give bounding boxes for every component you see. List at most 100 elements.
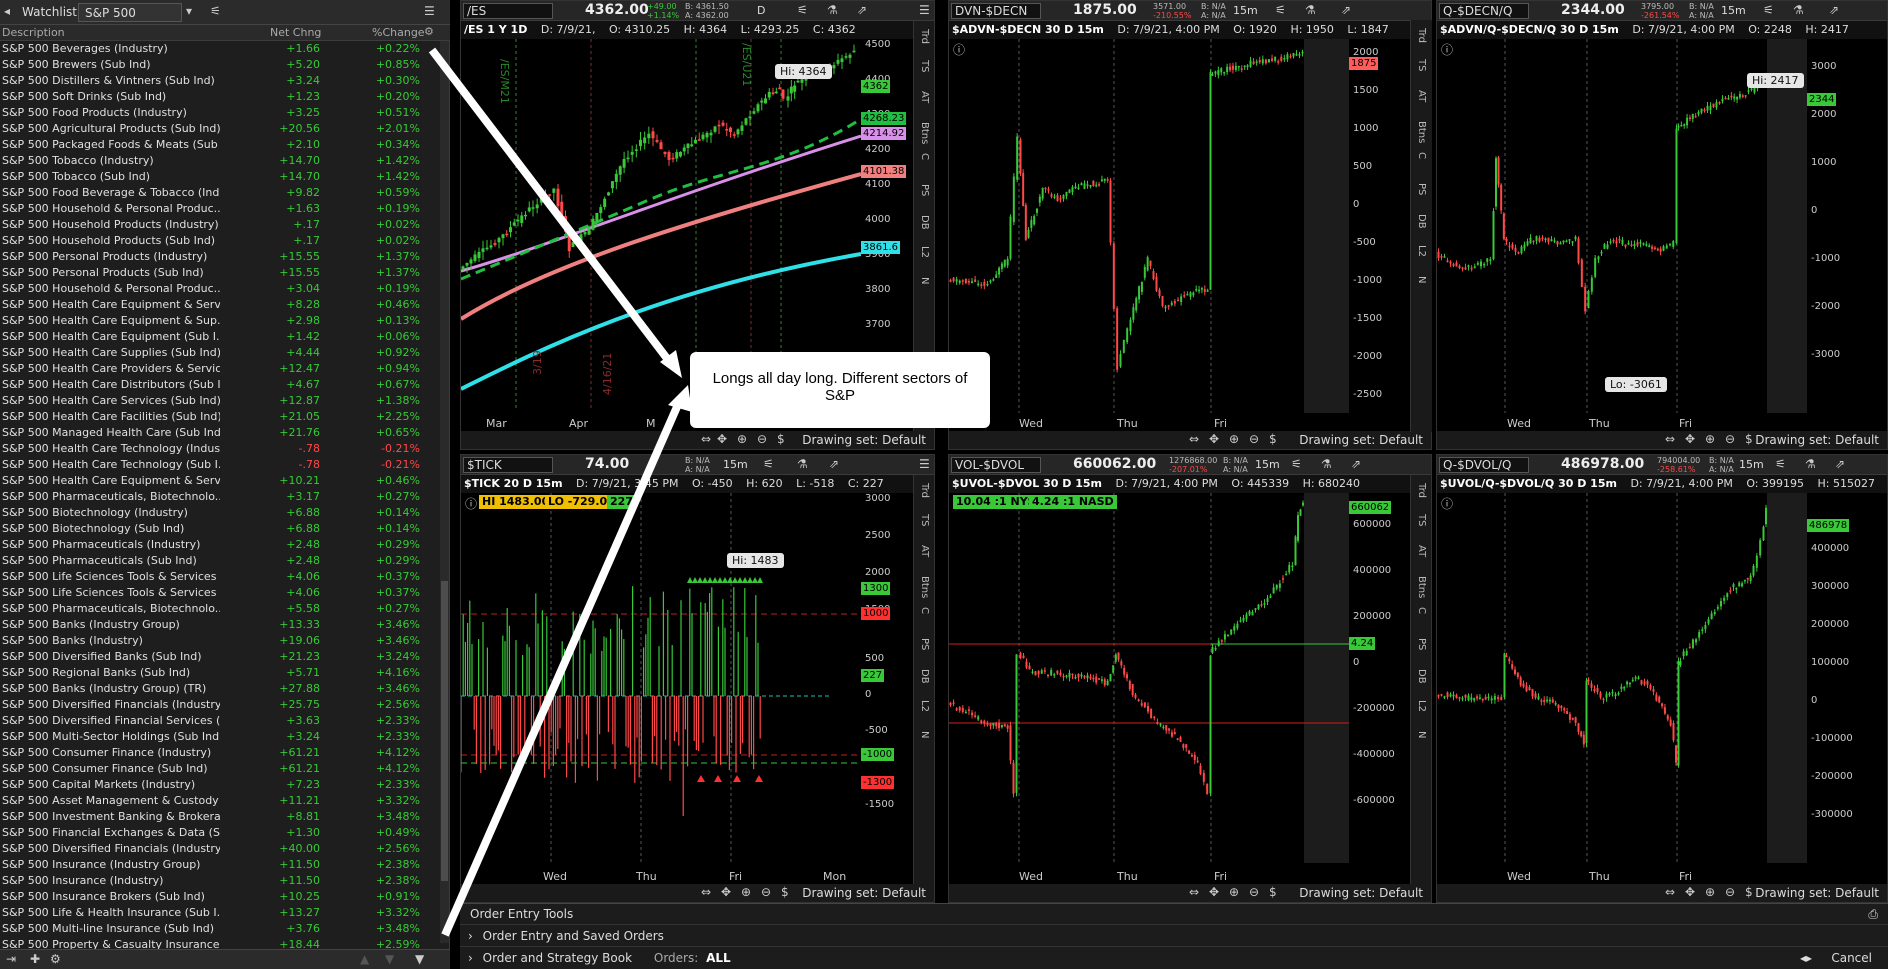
menu-icon[interactable]: ☰	[919, 457, 930, 471]
drawing-set[interactable]: Drawing set: Default	[1755, 433, 1879, 447]
watchlist-row[interactable]: S&P 500 Life Sciences Tools & Services (…	[0, 585, 440, 601]
side-tab-trd[interactable]: Trd	[1416, 28, 1427, 43]
add-icon[interactable]: ✚	[30, 952, 40, 966]
symbol-input[interactable]: Q-$DECN/Q	[1439, 3, 1529, 19]
side-tab-l2[interactable]: L2	[919, 700, 930, 712]
side-tab-trd[interactable]: Trd	[919, 483, 930, 498]
crosshair-icon[interactable]: ✥	[1685, 432, 1695, 446]
side-tab-n[interactable]: N	[919, 277, 930, 284]
gear-icon[interactable]: ⚙	[424, 25, 434, 38]
drawing-set[interactable]: Drawing set: Default	[802, 433, 926, 447]
side-tab-at[interactable]: AT	[1416, 545, 1427, 557]
col-description[interactable]: Description	[2, 26, 65, 39]
side-tab-c[interactable]: C	[1416, 152, 1427, 159]
trend-icon[interactable]: ⇗	[1835, 457, 1845, 471]
side-tab-c[interactable]: C	[1416, 607, 1427, 614]
pan-icon[interactable]: ⇔	[701, 432, 711, 446]
watchlist-row[interactable]: S&P 500 Diversified Banks (Sub Ind) +21.2…	[0, 649, 440, 665]
info-icon[interactable]: ⓘ	[1441, 41, 1453, 58]
watchlist-row[interactable]: S&P 500 Pharmaceuticals, Biotechnolo... +…	[0, 601, 440, 617]
order-entry-row[interactable]: › Order Entry and Saved Orders	[460, 926, 1888, 947]
watchlist-row[interactable]: S&P 500 Multi-Sector Holdings (Sub Ind) +…	[0, 729, 440, 745]
side-tab-db[interactable]: DB	[1416, 669, 1427, 684]
side-tab-ps[interactable]: PS	[919, 184, 930, 196]
side-tab-at[interactable]: AT	[919, 91, 930, 103]
side-tab-trd[interactable]: Trd	[919, 29, 930, 44]
crosshair-icon[interactable]: ✥	[1685, 885, 1695, 899]
chart-advn-decn[interactable]: DVN-$DECN 1875.00 3571.00 -210.55% B: N/…	[948, 0, 1432, 450]
studies-icon[interactable]: ⚗	[1793, 3, 1804, 17]
price-icon[interactable]: $	[1745, 432, 1753, 446]
watchlist-row[interactable]: S&P 500 Asset Management & Custody ... +1…	[0, 793, 440, 809]
timeframe[interactable]: 15m	[723, 458, 748, 471]
side-tab-l2[interactable]: L2	[919, 246, 930, 258]
chart-uvol-dvol[interactable]: VOL-$DVOL 660062.00 1276868.00 -207.01% …	[948, 454, 1432, 903]
watchlist-row[interactable]: S&P 500 Health Care Equipment & Serv... +…	[0, 297, 440, 313]
watchlist-row[interactable]: S&P 500 Personal Products (Industry) +15.…	[0, 249, 440, 265]
collapse-icon[interactable]: ◂	[4, 4, 10, 18]
timeframe[interactable]: D	[757, 4, 765, 17]
watchlist-row[interactable]: S&P 500 Biotechnology (Industry) +6.88 +0.…	[0, 505, 440, 521]
watchlist-row[interactable]: S&P 500 Banks (Industry Group) (TR) +27.8…	[0, 681, 440, 697]
menu-icon[interactable]: ☰	[424, 4, 435, 18]
timeframe[interactable]: 15m	[1255, 458, 1280, 471]
studies-icon[interactable]: ⚗	[1321, 457, 1332, 471]
side-tab-db[interactable]: DB	[919, 215, 930, 230]
pan-icon[interactable]: ⇔	[1189, 432, 1199, 446]
zoom-out-icon[interactable]: ⊖	[1249, 885, 1259, 899]
trend-icon[interactable]: ⇗	[1829, 3, 1839, 17]
watchlist-row[interactable]: S&P 500 Packaged Foods & Meats (Sub ... +…	[0, 137, 440, 153]
zoom-out-icon[interactable]: ⊖	[1725, 885, 1735, 899]
zoom-in-icon[interactable]: ⊕	[1229, 885, 1239, 899]
zoom-in-icon[interactable]: ⊕	[1705, 432, 1715, 446]
watchlist-row[interactable]: S&P 500 Tobacco (Sub Ind) +14.70 +1.42%	[0, 169, 440, 185]
camera-icon[interactable]: ⎙	[1868, 904, 1878, 925]
timeframe[interactable]: 15m	[1739, 458, 1764, 471]
scroll-up-icon[interactable]: ▲	[360, 952, 369, 966]
col-pct-change[interactable]: %Change	[372, 26, 425, 39]
studies-icon[interactable]: ⚗	[1305, 3, 1316, 17]
symbol-input[interactable]: Q-$DVOL/Q	[1439, 457, 1529, 473]
side-tab-db[interactable]: DB	[919, 669, 930, 684]
menu-icon[interactable]: ☰	[919, 3, 930, 17]
watchlist-row[interactable]: S&P 500 Banks (Industry Group) +13.33 +3.4…	[0, 617, 440, 633]
side-tab-l2[interactable]: L2	[1416, 245, 1427, 257]
watchlist-row[interactable]: S&P 500 Health Care Services (Sub Ind) +1…	[0, 393, 440, 409]
watchlist-row[interactable]: S&P 500 Health Care Providers & Servic..…	[0, 361, 440, 377]
studies-icon[interactable]: ⚗	[1805, 457, 1816, 471]
watchlist-row[interactable]: S&P 500 Distillers & Vintners (Sub Ind) +…	[0, 73, 440, 89]
side-tab-ps[interactable]: PS	[919, 638, 930, 650]
symbol-input[interactable]: VOL-$DVOL	[951, 457, 1041, 473]
studies-icon[interactable]: ⚗	[797, 457, 808, 471]
zoom-out-icon[interactable]: ⊖	[1249, 432, 1259, 446]
crosshair-icon[interactable]: ✥	[721, 885, 731, 899]
side-tab-n[interactable]: N	[1416, 731, 1427, 738]
watchlist-row[interactable]: S&P 500 Personal Products (Sub Ind) +15.5…	[0, 265, 440, 281]
side-tab-n[interactable]: N	[1416, 276, 1427, 283]
pan-icon[interactable]: ⇔	[1189, 885, 1199, 899]
watchlist-row[interactable]: S&P 500 Pharmaceuticals (Sub Ind) +2.48 +0…	[0, 553, 440, 569]
watchlist-row[interactable]: S&P 500 Household Products (Sub Ind) +.17…	[0, 233, 440, 249]
drawing-set[interactable]: Drawing set: Default	[1755, 886, 1879, 900]
expand-icon[interactable]: ◂▸	[1800, 948, 1812, 969]
settings-icon[interactable]: ⚟	[210, 4, 221, 18]
watchlist-row[interactable]: S&P 500 Health Care Equipment & Serv... +…	[0, 473, 440, 489]
watchlist-row[interactable]: S&P 500 Managed Health Care (Sub Ind) +21…	[0, 425, 440, 441]
watchlist-row[interactable]: S&P 500 Insurance (Industry) +11.50 +2.38%	[0, 873, 440, 889]
drawing-set[interactable]: Drawing set: Default	[1299, 886, 1423, 900]
watchlist-row[interactable]: S&P 500 Consumer Finance (Industry) +61.2…	[0, 745, 440, 761]
symbol-input[interactable]: DVN-$DECN	[951, 3, 1041, 19]
side-tab-c[interactable]: C	[919, 153, 930, 160]
price-icon[interactable]: $	[1745, 885, 1753, 899]
style-icon[interactable]: ⚟	[1775, 457, 1786, 471]
watchlist-row[interactable]: S&P 500 Multi-line Insurance (Sub Ind) +3…	[0, 921, 440, 937]
watchlist-row[interactable]: S&P 500 Banks (Industry) +19.06 +3.46%	[0, 633, 440, 649]
side-tab-at[interactable]: AT	[1416, 90, 1427, 102]
plot-area[interactable]: ⓘ 400000 300000 200000 100000 0 -100000 …	[1437, 493, 1853, 863]
side-tab-ps[interactable]: PS	[1416, 638, 1427, 650]
crosshair-icon[interactable]: ✥	[1209, 432, 1219, 446]
order-entry-saved-label[interactable]: Order Entry and Saved Orders	[483, 929, 664, 943]
timeframe[interactable]: 15m	[1721, 4, 1746, 17]
drawing-set[interactable]: Drawing set: Default	[802, 886, 926, 900]
watchlist-row[interactable]: S&P 500 Health Care Technology (Indus...…	[0, 441, 440, 457]
